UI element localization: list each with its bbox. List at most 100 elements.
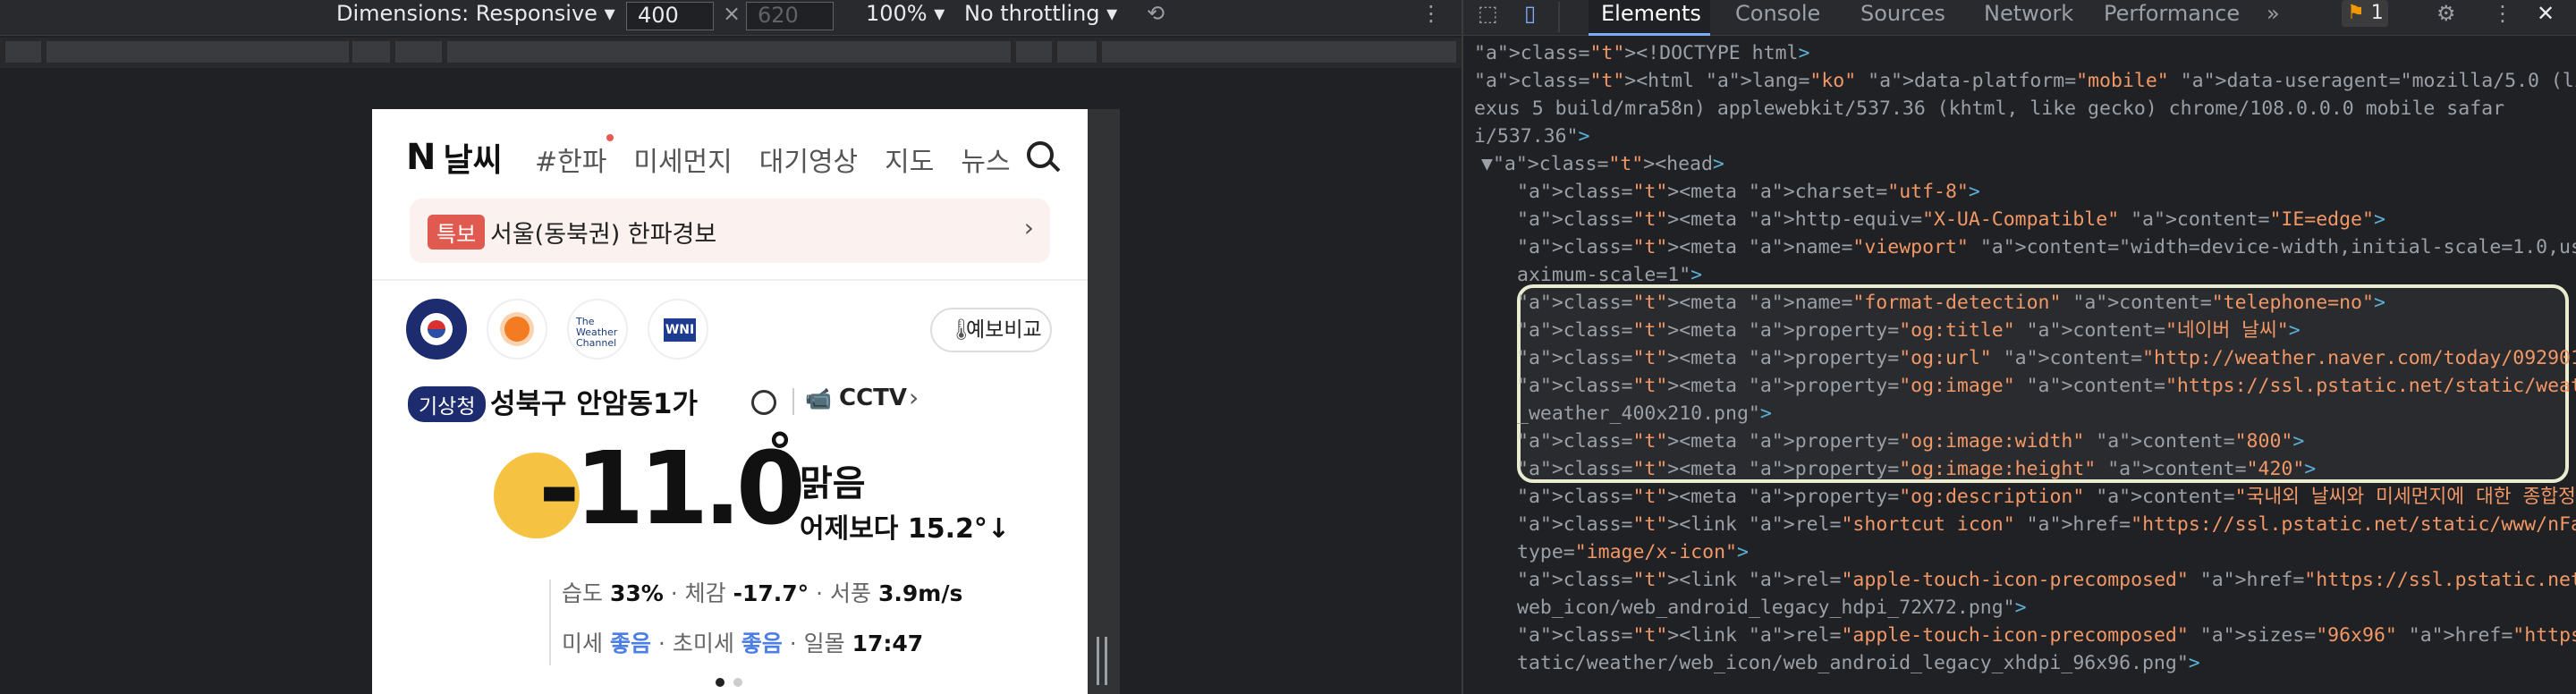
chevron-right-icon: ›	[1023, 213, 1034, 242]
inspect-element-icon[interactable]: ⬚	[1478, 0, 1498, 36]
issues-count: 1	[2370, 2, 2384, 24]
dom-tree-line[interactable]: "a">class="t"><html "a">lang="ko" "a">da…	[1463, 67, 2576, 95]
sunset-value: 17:47	[852, 631, 924, 656]
dom-tree-line[interactable]: "a">class="t"><link "a">rel="apple-touch…	[1463, 622, 2576, 649]
dom-tree-line[interactable]: aximum-scale=1">	[1463, 261, 2576, 289]
dom-tree-line[interactable]: "a">class="t"><meta "a">property="og:ima…	[1463, 427, 2576, 455]
throttling-dropdown[interactable]: No throttling ▾	[964, 0, 1117, 36]
carousel-dot[interactable]	[733, 678, 742, 687]
issues-counter[interactable]: ⚑ 1	[2342, 0, 2388, 27]
more-tabs-icon[interactable]: »	[2267, 0, 2280, 36]
dom-tree-line[interactable]: exus 5 build/mra58n) applewebkit/537.36 …	[1463, 95, 2576, 123]
wni-provider-icon[interactable]: WNI	[648, 299, 708, 360]
fine-dust-value[interactable]: 좋음	[610, 631, 651, 656]
caret-down-icon: ▾	[604, 1, 615, 26]
dom-tree-line[interactable]: _weather_400x210.png">	[1463, 400, 2576, 427]
yesterday-comparison: 어제보다 15.2°↓	[800, 513, 1010, 545]
device-emulation-area: Dimensions: Responsive ▾ 400 × 620 100% …	[0, 0, 1462, 694]
weather-channel-provider-icon[interactable]: The Weather Channel	[567, 299, 628, 360]
settings-gear-icon[interactable]: ⚙	[2436, 0, 2456, 36]
ultrafine-dust-label: 초미세	[672, 631, 734, 656]
cctv-link[interactable]: CCTV	[839, 385, 907, 411]
dom-tree-line[interactable]: "a">class="t"><link "a">rel="apple-touch…	[1463, 566, 2576, 594]
tab-sources[interactable]: Sources	[1860, 0, 1945, 36]
dimensions-dropdown[interactable]: Dimensions: Responsive ▾	[336, 0, 615, 36]
ultrafine-dust-value[interactable]: 좋음	[741, 631, 783, 656]
dom-tree-line[interactable]: web_icon/web_android_legacy_hdpi_72X72.p…	[1463, 594, 2576, 622]
dom-tree-line[interactable]: "a">class="t"><link "a">rel="shortcut ic…	[1463, 511, 2576, 538]
warning-icon: ⚑	[2347, 2, 2365, 24]
throttling-label: No throttling	[964, 1, 1100, 26]
nav-item[interactable]: 미세먼지	[633, 140, 732, 179]
tab-network[interactable]: Network	[1984, 0, 2073, 36]
rotate-icon[interactable]: ⟲	[1147, 0, 1165, 36]
dom-tree-line[interactable]: "a">class="t"><meta "a">property="og:des…	[1463, 483, 2576, 511]
divider	[792, 388, 794, 415]
dom-tree-line[interactable]: type="image/x-icon">	[1463, 538, 2576, 566]
forecast-compare-label: 예보비교	[966, 318, 1042, 342]
dom-tree-line[interactable]: "a">class="t"><meta "a">property="og:ima…	[1463, 455, 2576, 483]
header: N 날씨	[406, 134, 503, 181]
carousel-dot-active[interactable]	[716, 678, 724, 687]
naver-logo[interactable]: N	[406, 137, 436, 178]
weather-details-row: 습도 33% · 체감 -17.7° · 서풍 3.9m/s	[562, 580, 963, 606]
dom-tree-line[interactable]: "a">class="t"><meta "a">name="format-det…	[1463, 289, 2576, 317]
air-quality-row: 미세 좋음 · 초미세 좋음 · 일몰 17:47	[562, 631, 924, 656]
elements-dom-tree[interactable]: "a">class="t"><!DOCTYPE html> "a">class="…	[1463, 39, 2576, 694]
resize-handle[interactable]	[1097, 637, 1107, 685]
wind-label: 서풍	[830, 580, 872, 606]
wni-logo: WNI	[664, 318, 696, 342]
wind-value: 3.9m/s	[878, 580, 963, 606]
caret-down-icon: ▾	[1106, 1, 1118, 26]
divider	[372, 279, 1088, 281]
current-location-icon[interactable]	[751, 390, 776, 415]
current-temperature: -11.0	[538, 431, 806, 547]
location-name[interactable]: 성북구 안암동1가	[490, 381, 698, 421]
kma-provider-icon[interactable]	[406, 299, 467, 360]
emulated-viewport: N 날씨 #한파 미세먼지 대기영상 지도 뉴스 특보 서울(동북권) 한파경보…	[372, 109, 1088, 694]
dom-tree-line[interactable]: "a">class="t"><meta "a">http-equiv="X-UA…	[1463, 206, 2576, 233]
tab-elements[interactable]: Elements	[1589, 0, 1710, 36]
weather-condition: 맑음	[800, 463, 866, 504]
height-input[interactable]: 620	[746, 2, 834, 30]
sunset-label: 일몰	[803, 631, 845, 656]
zoom-dropdown[interactable]: 100% ▾	[866, 0, 945, 36]
brand-title[interactable]: 날씨	[443, 134, 502, 181]
more-options-icon[interactable]: ⋮	[2492, 0, 2513, 36]
nav-item[interactable]: 대기영상	[759, 140, 858, 179]
dom-tree-line[interactable]: "a">class="t"><meta "a">name="viewport" …	[1463, 233, 2576, 261]
width-input[interactable]: 400	[626, 2, 714, 30]
nav-menu: #한파 미세먼지 대기영상 지도 뉴스	[535, 140, 1036, 179]
dom-tree-line[interactable]: "a">class="t"><!DOCTYPE html>	[1463, 39, 2576, 67]
sun-provider-icon[interactable]	[487, 299, 547, 360]
dom-tree-line[interactable]: tatic/weather/web_icon/web_android_legac…	[1463, 649, 2576, 677]
search-icon-handle	[1048, 160, 1061, 173]
feels-like-label: 체감	[684, 580, 726, 606]
tab-console[interactable]: Console	[1735, 0, 1820, 36]
cctv-icon: 📹	[805, 386, 832, 411]
nav-item[interactable]: 뉴스	[961, 140, 1010, 179]
times-icon: ×	[723, 1, 741, 26]
tab-performance[interactable]: Performance	[2104, 0, 2240, 36]
dom-tree-line[interactable]: "a">class="t"><meta "a">property="og:tit…	[1463, 317, 2576, 344]
chevron-right-icon: ›	[909, 383, 919, 412]
forecast-compare-button[interactable]: 🌡 예보비교	[930, 308, 1052, 352]
media-query-bar[interactable]	[0, 38, 1462, 68]
humidity-value: 33%	[609, 580, 664, 606]
dom-tree-line[interactable]: "a">class="t"><meta "a">property="og:ima…	[1463, 372, 2576, 400]
dom-tree-line[interactable]: i/537.36">	[1463, 123, 2576, 150]
dimensions-label: Dimensions: Responsive	[336, 1, 597, 26]
weather-alert-banner[interactable]: 특보 서울(동북권) 한파경보 ›	[410, 199, 1050, 263]
dom-tree-line[interactable]: ▼"a">class="t"><head>	[1463, 150, 2576, 178]
more-options-icon[interactable]: ⋮	[1420, 0, 1442, 36]
provider-badge: 기상청	[408, 386, 487, 422]
new-dot	[606, 134, 614, 141]
dom-tree-line[interactable]: "a">class="t"><meta "a">charset="utf-8">	[1463, 178, 2576, 206]
device-toggle-icon[interactable]: ▯	[1524, 0, 1536, 36]
nav-item[interactable]: 지도	[885, 140, 934, 179]
nav-item[interactable]: #한파	[535, 140, 606, 179]
close-icon[interactable]: ✕	[2537, 0, 2555, 36]
dom-tree-line[interactable]: "a">class="t"><meta "a">property="og:url…	[1463, 344, 2576, 372]
feels-like-value: -17.7°	[733, 580, 809, 606]
alert-text: 서울(동북권) 한파경보	[490, 221, 717, 249]
